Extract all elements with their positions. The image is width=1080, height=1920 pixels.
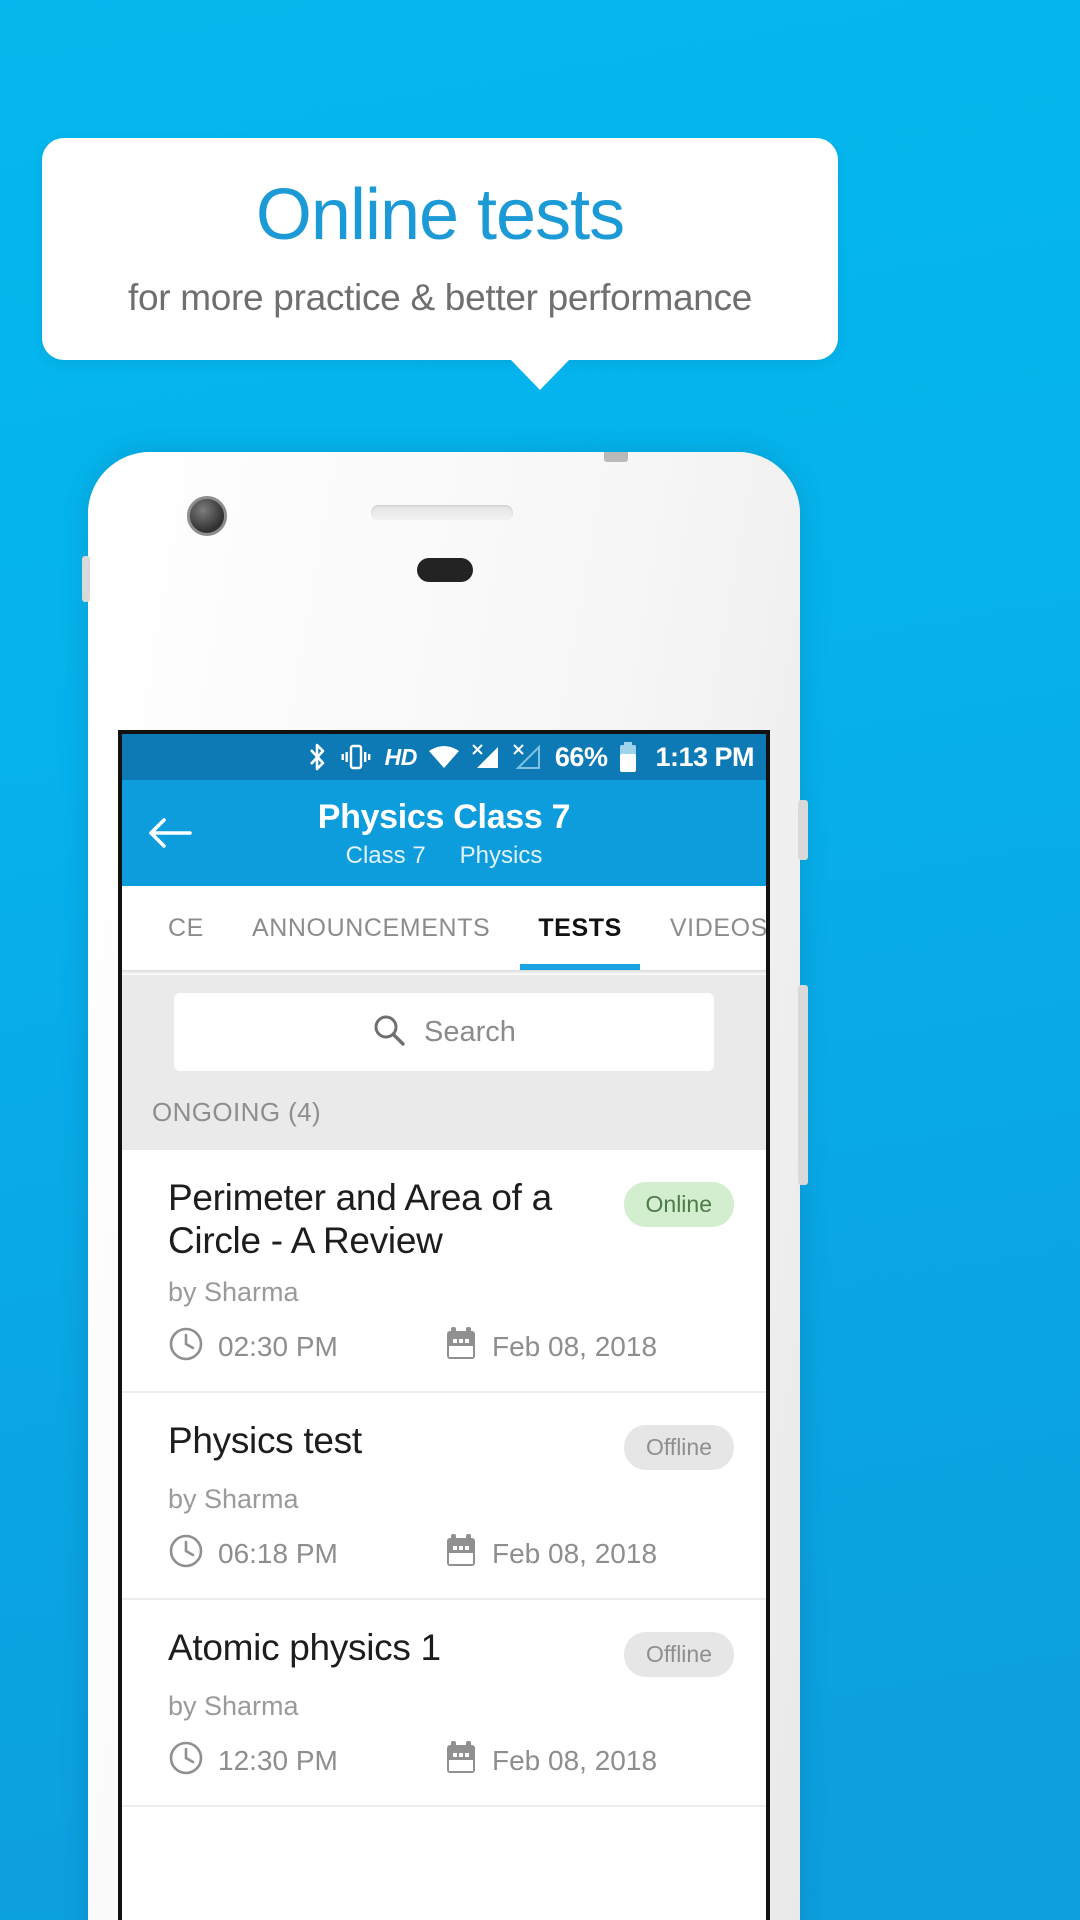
test-date: Feb 08, 2018 (444, 1533, 657, 1576)
phone-top-nub (604, 452, 628, 462)
battery-icon (618, 741, 638, 773)
test-time-label: 12:30 PM (218, 1745, 338, 1777)
sensor-pill (417, 558, 473, 582)
list-item[interactable]: Atomic physics 1 Offline by Sharma 12:30… (122, 1599, 766, 1807)
earpiece-speaker (371, 505, 513, 520)
test-time-label: 06:18 PM (218, 1538, 338, 1570)
search-icon (372, 1013, 406, 1052)
status-badge: Offline (623, 1631, 734, 1677)
section-header-ongoing: ONGOING (4) (122, 1091, 766, 1150)
status-badge: Offline (623, 1424, 734, 1470)
test-date-label: Feb 08, 2018 (492, 1331, 658, 1363)
callout-tail (510, 359, 570, 390)
bluetooth-icon (307, 742, 327, 772)
calendar-icon (444, 1326, 478, 1369)
test-date-label: Feb 08, 2018 (492, 1745, 658, 1777)
clock-icon (168, 1533, 204, 1576)
signal-1-no-service-icon (471, 743, 501, 771)
tab-videos[interactable]: VIDEOS (646, 886, 766, 970)
list-item[interactable]: Physics test Offline by Sharma 06:18 PM … (122, 1392, 766, 1600)
list-item[interactable]: Perimeter and Area of a Circle - A Revie… (122, 1150, 766, 1393)
tab-tests[interactable]: TESTS (514, 886, 646, 970)
test-time: 06:18 PM (168, 1533, 444, 1576)
tab-announcements[interactable]: ANNOUNCEMENTS (228, 886, 514, 970)
app-bar-titles: Physics Class 7 Class 7 Physics (122, 796, 766, 870)
status-bar-clock: 1:13 PM (655, 741, 754, 772)
app-bar-subtitle: Class 7 Physics (346, 842, 543, 870)
test-card-header: Perimeter and Area of a Circle - A Revie… (168, 1176, 734, 1263)
vibrate-icon (338, 743, 374, 771)
status-bar: HD 66% 1:13 PM (122, 734, 766, 780)
hd-icon: HD (384, 743, 418, 770)
page-title: Physics Class 7 (317, 798, 571, 836)
calendar-icon (444, 1740, 478, 1783)
promo-subtitle: for more practice & better performance (127, 277, 753, 318)
promo-callout: Online tests for more practice & better … (42, 138, 838, 360)
calendar-icon (444, 1533, 478, 1576)
clock-icon (168, 1740, 204, 1783)
search-section: Search (122, 975, 766, 1091)
tab-ce[interactable]: CE (144, 886, 228, 970)
test-title: Physics test (168, 1419, 362, 1461)
wifi-icon (428, 744, 460, 770)
test-time: 02:30 PM (168, 1326, 444, 1369)
search-placeholder: Search (424, 1015, 516, 1048)
test-time: 12:30 PM (168, 1740, 444, 1783)
phone-volume-button[interactable] (798, 985, 808, 1185)
test-meta: 02:30 PM Feb 08, 2018 (168, 1326, 734, 1369)
clock-icon (168, 1326, 204, 1369)
test-card-header: Atomic physics 1 Offline (168, 1626, 734, 1677)
test-date: Feb 08, 2018 (444, 1740, 657, 1783)
subtitle-subject: Physics (459, 842, 543, 869)
test-title: Atomic physics 1 (168, 1626, 441, 1668)
tests-list: Perimeter and Area of a Circle - A Revie… (122, 1150, 766, 1807)
search-input[interactable]: Search (174, 993, 714, 1071)
test-author: by Sharma (168, 1483, 299, 1514)
front-camera-icon (187, 496, 227, 536)
signal-2-no-service-icon (512, 743, 542, 771)
battery-percent-label: 66% (554, 741, 608, 772)
test-meta: 12:30 PM Feb 08, 2018 (168, 1740, 734, 1783)
status-badge: Online (623, 1182, 734, 1227)
app-bar: Physics Class 7 Class 7 Physics (122, 780, 766, 886)
tab-bar: CE ANNOUNCEMENTS TESTS VIDEOS (122, 886, 766, 970)
phone-left-button[interactable] (82, 556, 90, 602)
test-title: Perimeter and Area of a Circle - A Revie… (168, 1177, 552, 1262)
test-author: by Sharma (168, 1690, 299, 1721)
test-meta: 06:18 PM Feb 08, 2018 (168, 1533, 734, 1576)
back-arrow-icon[interactable] (148, 816, 192, 850)
test-date: Feb 08, 2018 (444, 1326, 657, 1369)
test-time-label: 02:30 PM (218, 1331, 338, 1363)
phone-screen: HD 66% 1:13 PM Physics Class 7 Class 7 P… (118, 730, 770, 1920)
test-date-label: Feb 08, 2018 (492, 1538, 658, 1570)
promo-title: Online tests (255, 175, 625, 255)
subtitle-class: Class 7 (345, 842, 426, 869)
test-card-header: Physics test Offline (168, 1419, 734, 1470)
test-author: by Sharma (168, 1276, 299, 1307)
phone-power-button[interactable] (798, 800, 808, 860)
